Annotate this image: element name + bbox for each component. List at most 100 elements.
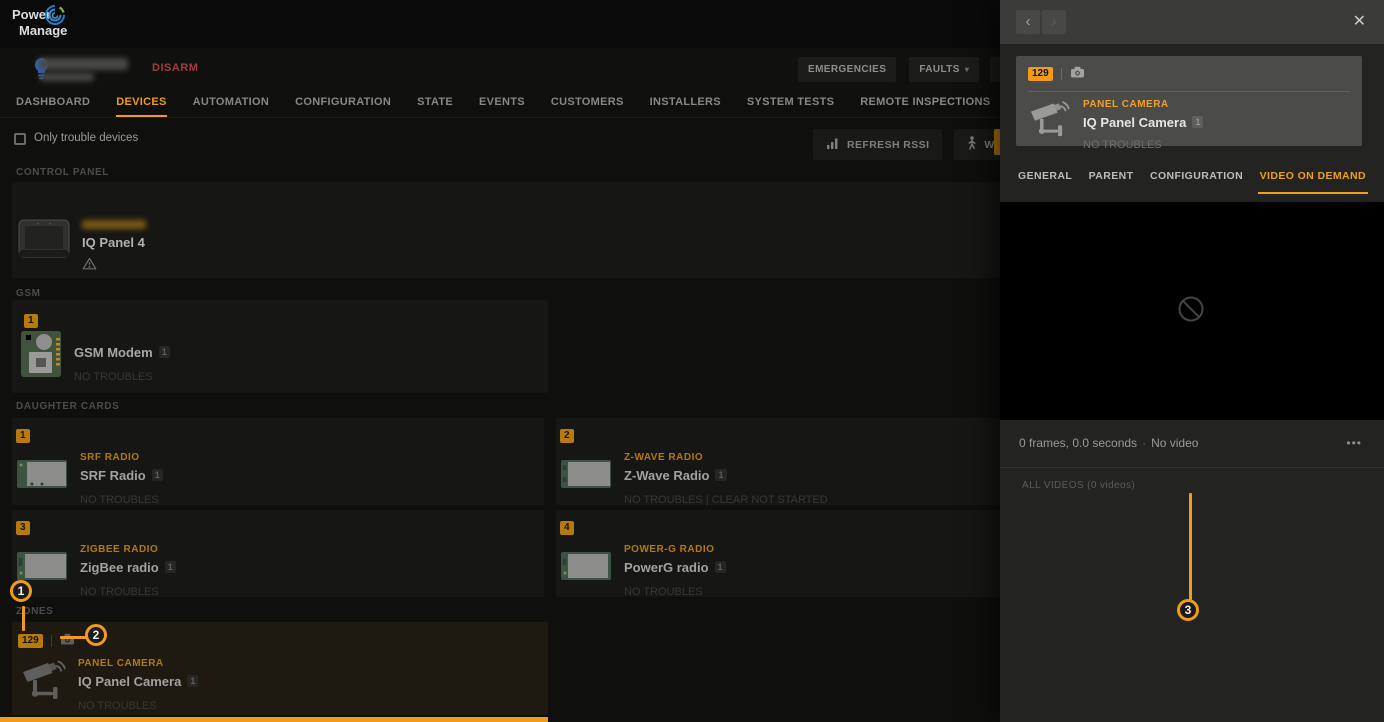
callout-1-line bbox=[22, 606, 25, 631]
tab-general[interactable]: GENERAL bbox=[1016, 154, 1074, 194]
device-count-badge: 1 bbox=[187, 675, 198, 687]
gsm-modem-card[interactable]: 1 GSM Modem 1 NO TROUBLES bbox=[12, 300, 548, 393]
nav-devices[interactable]: DEVICES bbox=[116, 88, 166, 117]
device-name: GSM Modem bbox=[74, 345, 153, 360]
control-panel-card[interactable]: IQ Panel 4 bbox=[12, 182, 1072, 278]
section-header-control-panel: CONTROL PANEL bbox=[16, 167, 109, 178]
cctv-camera-image bbox=[20, 658, 66, 712]
nav-configuration[interactable]: CONFIGURATION bbox=[295, 88, 391, 117]
divider bbox=[1000, 467, 1384, 468]
device-status: NO TROUBLES | CLEAR NOT STARTED bbox=[624, 494, 828, 506]
prev-device-button[interactable]: ‹ bbox=[1016, 10, 1040, 34]
device-type-label: SRF RADIO bbox=[80, 452, 163, 463]
callout-2-line bbox=[60, 636, 87, 639]
powermanage-swirl-icon bbox=[44, 4, 66, 31]
faults-dropdown[interactable]: FAULTS ▾ bbox=[909, 57, 979, 82]
device-count-badge: 1 bbox=[159, 346, 170, 358]
device-status: NO TROUBLES bbox=[80, 586, 176, 598]
device-status: NO TROUBLES bbox=[80, 494, 163, 506]
main-navigation: DASHBOARD DEVICES AUTOMATION CONFIGURATI… bbox=[0, 88, 1000, 118]
device-name: IQ Panel Camera bbox=[78, 674, 181, 689]
tab-video-on-demand[interactable]: VIDEO ON DEMAND bbox=[1258, 154, 1368, 194]
video-status-line: 0 frames, 0.0 seconds · No video bbox=[1019, 436, 1198, 450]
tab-configuration[interactable]: CONFIGURATION bbox=[1148, 154, 1245, 194]
callout-3: 3 bbox=[1177, 599, 1199, 621]
nav-state[interactable]: STATE bbox=[417, 88, 453, 117]
only-trouble-checkbox[interactable] bbox=[14, 133, 26, 145]
section-header-gsm: GSM bbox=[16, 288, 41, 299]
section-header-daughter-cards: DAUGHTER CARDS bbox=[16, 401, 119, 412]
device-count-badge: 1 bbox=[152, 469, 163, 481]
device-type-label: PANEL CAMERA bbox=[1083, 99, 1203, 110]
device-id-badge: 1 bbox=[24, 314, 38, 328]
nav-customers[interactable]: CUSTOMERS bbox=[551, 88, 624, 117]
nav-automation[interactable]: AUTOMATION bbox=[193, 88, 270, 117]
close-icon[interactable]: ✕ bbox=[1353, 11, 1366, 31]
disarm-state-label: DISARM bbox=[152, 62, 198, 74]
nav-dashboard[interactable]: DASHBOARD bbox=[16, 88, 90, 117]
device-name: IQ Panel 4 bbox=[82, 235, 146, 250]
device-count-badge: 1 bbox=[715, 561, 726, 573]
redacted-panel-name bbox=[82, 220, 146, 229]
device-id-badge: 4 bbox=[560, 521, 574, 535]
refresh-rssi-label: REFRESH RSSI bbox=[847, 139, 929, 151]
divider bbox=[51, 635, 52, 647]
device-id-badge: 1 bbox=[16, 429, 30, 443]
device-status: NO TROUBLES bbox=[78, 700, 198, 712]
device-name: Z-Wave Radio bbox=[624, 468, 709, 483]
cctv-camera-image bbox=[1028, 99, 1070, 151]
device-id-badge: 3 bbox=[16, 521, 30, 535]
chevron-down-icon: ▾ bbox=[965, 65, 969, 74]
more-options-icon[interactable]: ••• bbox=[1346, 436, 1362, 450]
redacted-account-name bbox=[38, 58, 128, 70]
device-name: SRF Radio bbox=[80, 468, 146, 483]
device-count-badge: 1 bbox=[1192, 116, 1203, 128]
device-name: IQ Panel Camera bbox=[1083, 115, 1186, 130]
all-videos-label: ALL VIDEOS (0 videos) bbox=[1022, 480, 1135, 491]
refresh-rssi-button[interactable]: REFRESH RSSI bbox=[813, 129, 942, 160]
selected-section-strip bbox=[0, 717, 548, 722]
divider bbox=[1028, 91, 1350, 92]
walking-person-icon bbox=[967, 136, 977, 153]
device-type-label: POWER-G RADIO bbox=[624, 544, 726, 555]
divider bbox=[1061, 68, 1062, 80]
only-trouble-label: Only trouble devices bbox=[34, 132, 138, 144]
callout-2: 2 bbox=[85, 624, 107, 646]
nav-events[interactable]: EVENTS bbox=[479, 88, 525, 117]
warning-triangle-icon bbox=[82, 257, 146, 275]
camera-icon bbox=[1070, 65, 1085, 83]
gsm-modem-image bbox=[20, 330, 64, 383]
signal-icon bbox=[826, 137, 840, 152]
iq-panel-image bbox=[18, 218, 70, 275]
device-name: PowerG radio bbox=[624, 560, 709, 575]
tab-parent[interactable]: PARENT bbox=[1087, 154, 1136, 194]
no-video-icon bbox=[1175, 293, 1207, 330]
redacted-account-subtext bbox=[40, 73, 94, 81]
radio-board-image bbox=[560, 459, 612, 506]
device-detail-tabs: GENERAL PARENT CONFIGURATION VIDEO ON DE… bbox=[1000, 146, 1384, 202]
dot-separator: · bbox=[1142, 436, 1146, 450]
faults-label: FAULTS bbox=[919, 64, 960, 75]
clipped-status-button[interactable] bbox=[990, 57, 1000, 82]
next-device-button[interactable]: › bbox=[1042, 10, 1066, 34]
radio-board-image bbox=[16, 459, 68, 506]
nav-system-tests[interactable]: SYSTEM TESTS bbox=[747, 88, 834, 117]
nav-installers[interactable]: INSTALLERS bbox=[650, 88, 721, 117]
device-name: ZigBee radio bbox=[80, 560, 159, 575]
camera-icon bbox=[60, 632, 75, 650]
nav-remote-inspections[interactable]: REMOTE INSPECTIONS bbox=[860, 88, 990, 117]
device-type-label: PANEL CAMERA bbox=[78, 658, 198, 669]
panel-device-card: 129 bbox=[1016, 56, 1362, 146]
srf-radio-card[interactable]: 1 SRF RADIO SRF Radio 1 NO TROUBLES bbox=[12, 418, 544, 505]
callout-3-line bbox=[1189, 493, 1192, 601]
emergencies-label: EMERGENCIES bbox=[808, 64, 886, 75]
frames-count: 0 frames, 0.0 seconds bbox=[1019, 436, 1137, 450]
callout-1: 1 bbox=[10, 580, 32, 602]
device-count-badge: 1 bbox=[715, 469, 726, 481]
zone-id-badge: 129 bbox=[18, 634, 43, 648]
zigbee-radio-card[interactable]: 3 ZIGBEE RADIO ZigBee radio1 NO TROUBLES bbox=[12, 510, 544, 597]
emergencies-button[interactable]: EMERGENCIES bbox=[798, 57, 896, 82]
device-status: NO TROUBLES bbox=[74, 371, 170, 383]
device-type-label: Z-WAVE RADIO bbox=[624, 452, 828, 463]
no-video-label: No video bbox=[1151, 436, 1198, 450]
